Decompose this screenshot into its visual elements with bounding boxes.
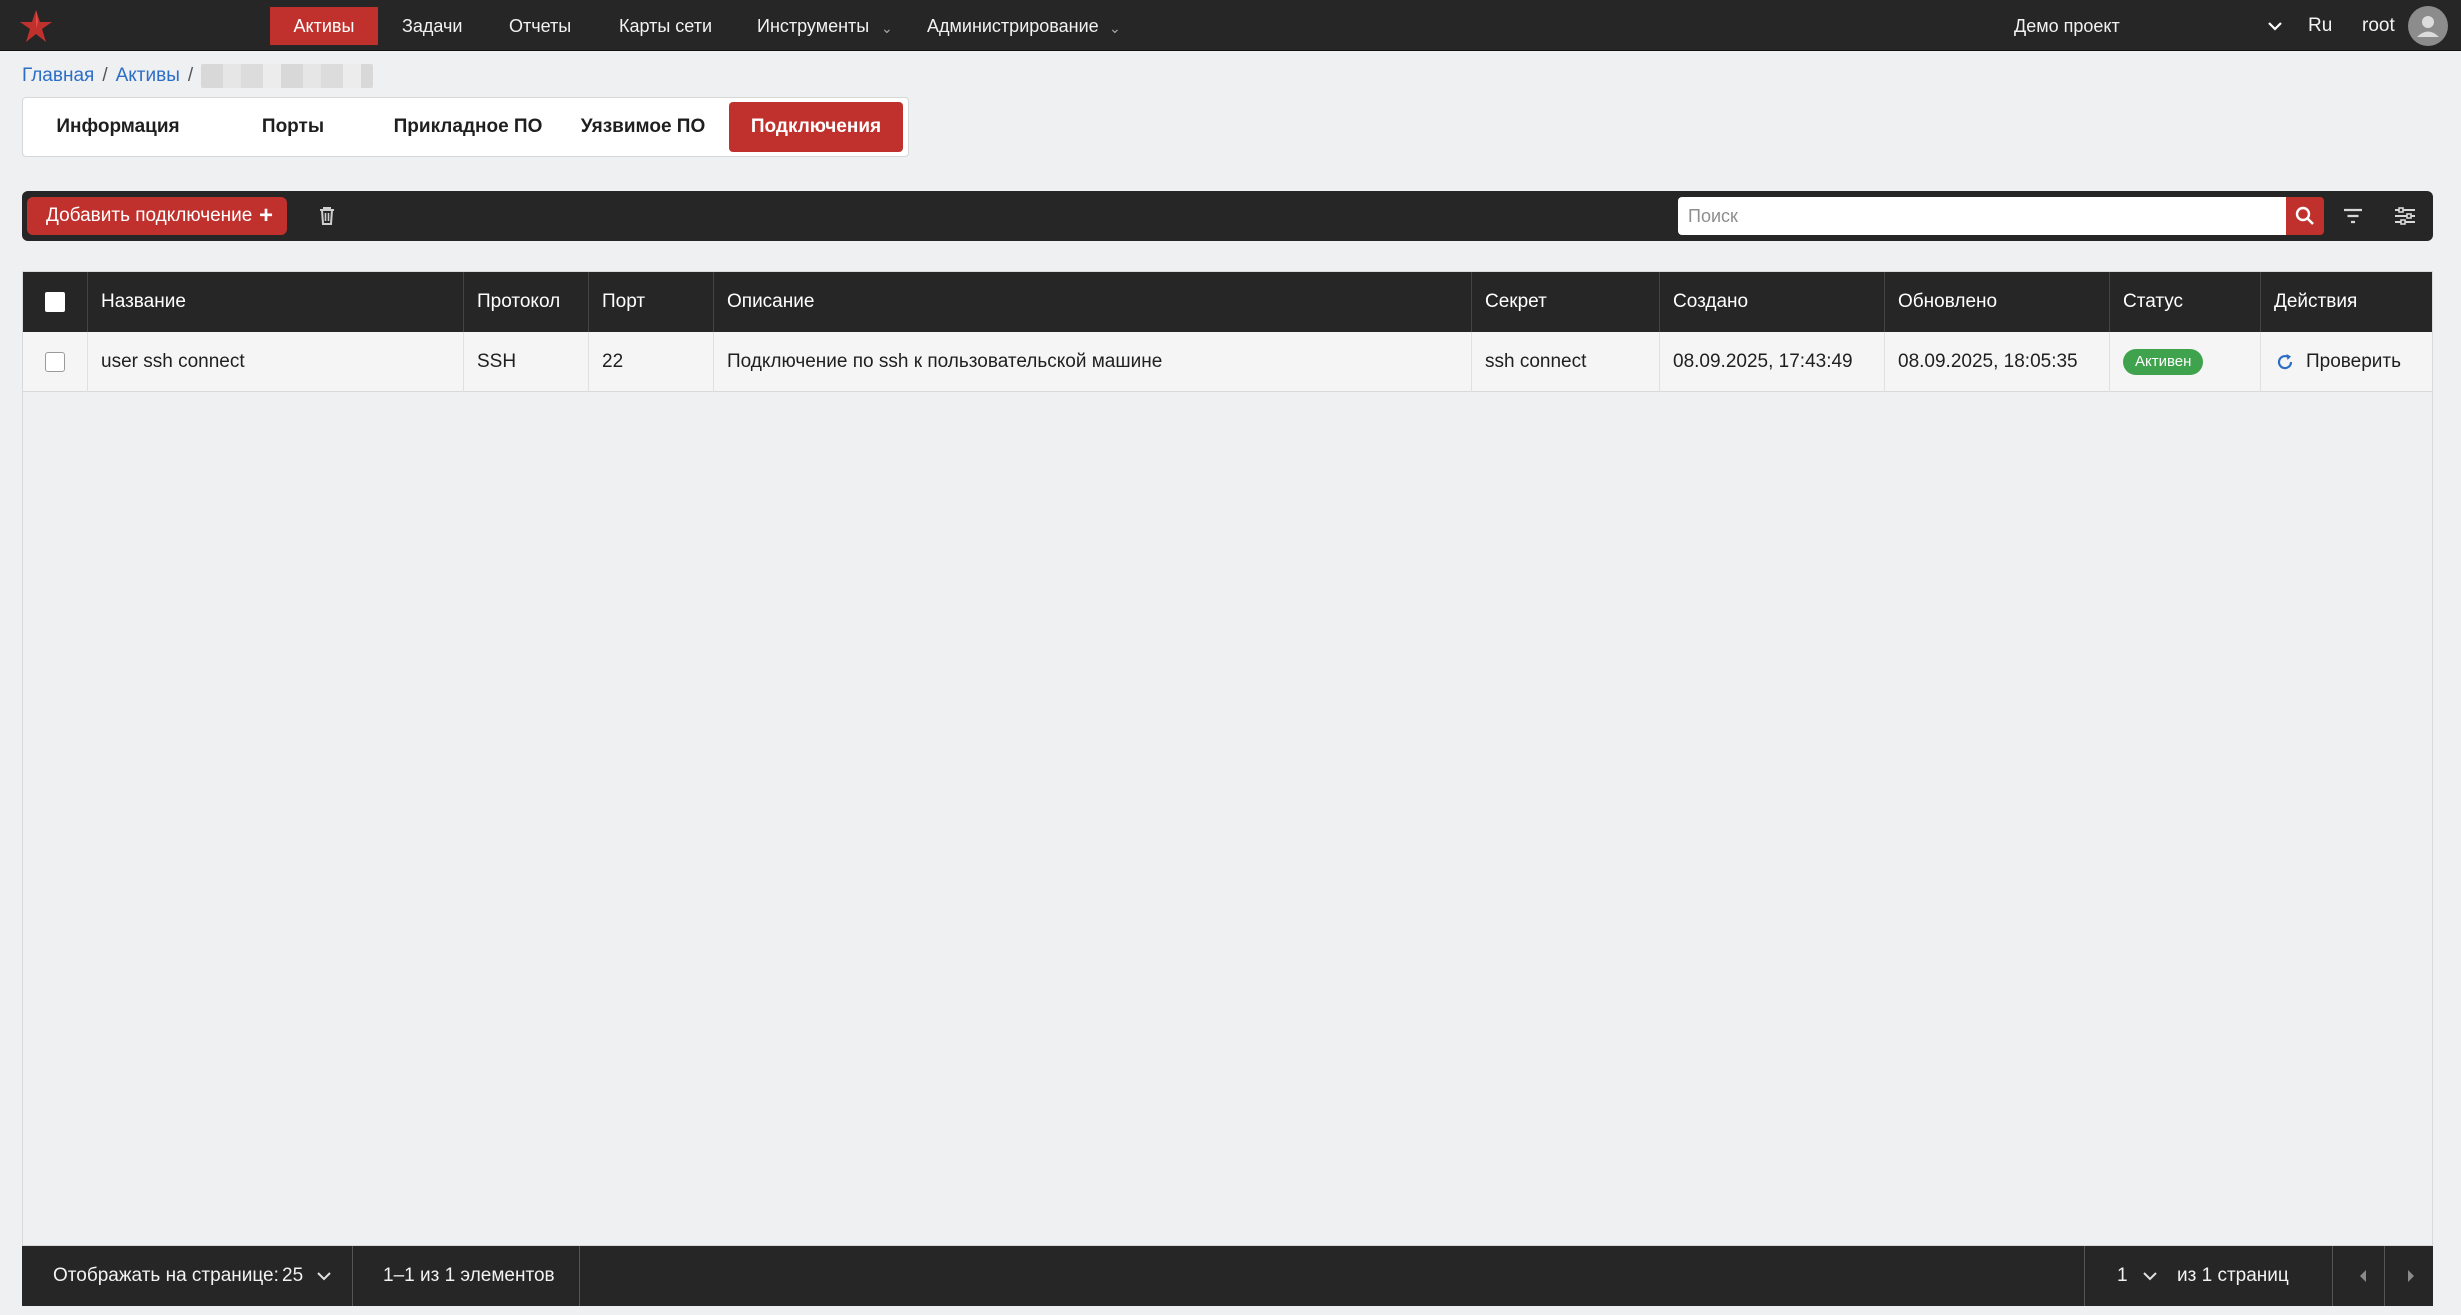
breadcrumb-current-redacted [201, 63, 374, 88]
page-select[interactable]: 1 [2117, 1246, 2128, 1306]
caret-left-icon [2360, 1270, 2366, 1282]
breadcrumb-assets[interactable]: Активы [116, 65, 180, 86]
administration-chevron-down-icon[interactable]: ⌄ [1109, 9, 1121, 47]
column-header-description[interactable]: Описание [713, 272, 1471, 332]
tab-information[interactable]: Информация [33, 102, 203, 152]
search-input[interactable] [1678, 197, 2286, 235]
per-page-select[interactable]: 25 [282, 1246, 303, 1306]
project-chevron-down-icon[interactable] [2264, 15, 2286, 37]
caret-right-icon [2408, 1270, 2414, 1282]
footer-divider [2384, 1246, 2385, 1306]
nav-item-tasks[interactable]: Задачи [402, 7, 462, 45]
cell-updated: 08.09.2025, 18:05:35 [1884, 332, 2109, 392]
total-pages-text: из 1 страниц [2177, 1265, 2289, 1286]
next-page-button[interactable] [2388, 1246, 2438, 1306]
cell-protocol: SSH [463, 332, 588, 392]
per-page-chevron-down-icon[interactable] [313, 1265, 335, 1287]
cell-status: Активен [2109, 332, 2260, 392]
items-range-text: 1–1 из 1 элементов [383, 1265, 555, 1286]
tab-vulnerable-software[interactable]: Уязвимое ПО [558, 102, 728, 152]
footer-divider [2084, 1246, 2085, 1306]
column-header-protocol[interactable]: Протокол [463, 272, 588, 332]
cell-created: 08.09.2025, 17:43:49 [1659, 332, 1884, 392]
table-toolbar: Добавить подключение + [22, 191, 2433, 241]
breadcrumb-separator: / [187, 65, 194, 86]
top-navigation-bar: Активы Задачи Отчеты Карты сети Инструме… [0, 0, 2461, 51]
plus-icon: + [258, 202, 273, 229]
filter-icon[interactable] [2340, 203, 2366, 229]
previous-page-button[interactable] [2338, 1246, 2388, 1306]
user-icon [2417, 16, 2439, 37]
check-connection-button[interactable]: Проверить [2274, 351, 2401, 372]
project-selector[interactable]: Демо проект [2014, 7, 2120, 45]
row-checkbox[interactable] [45, 352, 65, 372]
column-header-created[interactable]: Создано [1659, 272, 1884, 332]
column-header-updated[interactable]: Обновлено [1884, 272, 2109, 332]
tab-ports[interactable]: Порты [208, 102, 378, 152]
tab-applications[interactable]: Прикладное ПО [383, 102, 553, 152]
status-badge: Активен [2123, 348, 2204, 375]
username[interactable]: root [2362, 7, 2395, 45]
cell-secret: ssh connect [1471, 332, 1659, 392]
nav-item-reports[interactable]: Отчеты [509, 7, 571, 45]
column-header-name[interactable]: Название [87, 272, 463, 332]
nav-item-assets[interactable]: Активы [270, 7, 378, 45]
table-row[interactable]: user ssh connect SSH 22 Подключение по s… [23, 332, 2432, 392]
breadcrumb-home[interactable]: Главная [22, 65, 94, 86]
trash-icon[interactable] [315, 204, 339, 228]
footer-divider [2332, 1246, 2333, 1306]
connections-table: Название Протокол Порт Описание Секрет С… [22, 271, 2433, 1246]
breadcrumb-separator: / [102, 65, 108, 86]
search-icon [2295, 206, 2314, 225]
add-connection-button[interactable]: Добавить подключение + [27, 197, 287, 235]
column-header-port[interactable]: Порт [588, 272, 713, 332]
language-switch[interactable]: Ru [2308, 7, 2332, 45]
column-header-status[interactable]: Статус [2109, 272, 2260, 332]
select-all-cell [23, 272, 87, 332]
check-connection-label: Проверить [2306, 351, 2402, 372]
breadcrumb: Главная / Активы / [22, 62, 374, 90]
nav-item-tools[interactable]: Инструменты [757, 7, 869, 45]
star-logo-icon[interactable] [18, 8, 54, 44]
column-header-actions: Действия [2260, 272, 2432, 332]
tab-connections[interactable]: Подключения [729, 102, 903, 152]
column-settings-icon[interactable] [2392, 203, 2418, 229]
nav-item-administration[interactable]: Администрирование [927, 7, 1099, 45]
footer-divider [352, 1246, 353, 1306]
row-select-cell [23, 332, 87, 392]
refresh-icon [2277, 353, 2293, 370]
per-page-label: Отображать на странице: [53, 1265, 279, 1286]
avatar[interactable] [2408, 6, 2448, 46]
asset-tabs: Информация Порты Прикладное ПО Уязвимое … [22, 97, 909, 157]
pagination-bar: Отображать на странице: 25 1–1 из 1 элем… [22, 1246, 2433, 1306]
table-header: Название Протокол Порт Описание Секрет С… [23, 272, 2432, 332]
cell-name[interactable]: user ssh connect [87, 332, 463, 392]
page-chevron-down-icon[interactable] [2139, 1265, 2161, 1287]
tools-chevron-down-icon[interactable]: ⌄ [881, 9, 893, 47]
add-connection-label: Добавить подключение [46, 205, 253, 226]
column-header-secret[interactable]: Секрет [1471, 272, 1659, 332]
footer-divider [579, 1246, 580, 1306]
nav-item-network-maps[interactable]: Карты сети [619, 7, 712, 45]
cell-actions: Проверить [2260, 332, 2432, 392]
cell-description: Подключение по ssh к пользовательской ма… [713, 332, 1471, 392]
search-button[interactable] [2286, 197, 2324, 235]
select-all-checkbox[interactable] [45, 292, 65, 312]
cell-port: 22 [588, 332, 713, 392]
